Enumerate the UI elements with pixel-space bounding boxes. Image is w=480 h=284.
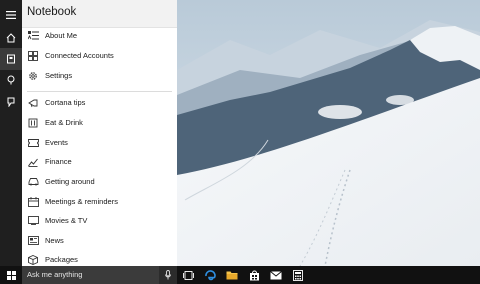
- package-icon: [26, 253, 40, 267]
- menu-item-label: Packages: [45, 255, 78, 264]
- menu-item-label: About Me: [45, 31, 78, 40]
- taskbar: Ask me anything: [0, 266, 480, 284]
- finance-chart-icon: [26, 155, 40, 169]
- file-explorer-icon[interactable]: [221, 266, 243, 284]
- menu-item-eat-drink[interactable]: Eat & Drink: [22, 113, 177, 132]
- notebook-header: Notebook: [22, 0, 177, 28]
- tips-icon: [26, 96, 40, 110]
- page-title: Notebook: [27, 6, 77, 18]
- menu-item-settings[interactable]: Settings: [22, 66, 177, 85]
- feedback-icon[interactable]: [0, 91, 22, 113]
- menu-item-cortana-tips[interactable]: Cortana tips: [22, 93, 177, 112]
- store-icon[interactable]: [243, 266, 265, 284]
- notebook-panel: Notebook About Me Connected Accounts Set…: [22, 0, 177, 266]
- menu-item-label: Eat & Drink: [45, 118, 83, 127]
- menu-item-events[interactable]: Events: [22, 133, 177, 152]
- home-icon[interactable]: [0, 27, 22, 49]
- menu-item-about-me[interactable]: About Me: [22, 26, 177, 45]
- menu-item-label: Finance: [45, 157, 72, 166]
- search-box[interactable]: Ask me anything: [22, 266, 177, 284]
- menu-item-label: Getting around: [45, 177, 95, 186]
- news-icon: [26, 234, 40, 248]
- car-icon: [26, 175, 40, 189]
- menu-item-meetings-reminders[interactable]: Meetings & reminders: [22, 192, 177, 211]
- menu-item-label: Connected Accounts: [45, 51, 114, 60]
- edge-icon[interactable]: [199, 266, 221, 284]
- menu-item-label: News: [45, 236, 64, 245]
- connected-accounts-icon: [26, 49, 40, 63]
- movies-tv-icon: [26, 214, 40, 228]
- meetings-icon: [26, 195, 40, 209]
- microphone-icon[interactable]: [159, 266, 177, 284]
- calculator-icon[interactable]: [287, 266, 309, 284]
- task-view-icon[interactable]: [177, 266, 199, 284]
- menu-item-label: Events: [45, 138, 68, 147]
- menu-item-packages[interactable]: Packages: [22, 250, 177, 266]
- menu-item-news[interactable]: News: [22, 231, 177, 250]
- events-ticket-icon: [26, 136, 40, 150]
- settings-gear-icon: [26, 69, 40, 83]
- hamburger-menu-icon[interactable]: [0, 4, 22, 26]
- menu-item-label: Meetings & reminders: [45, 197, 118, 206]
- menu-item-movies-tv[interactable]: Movies & TV: [22, 211, 177, 230]
- menu-item-label: Cortana tips: [45, 98, 86, 107]
- section-divider: [27, 91, 172, 92]
- lightbulb-icon[interactable]: [0, 69, 22, 91]
- notebook-icon[interactable]: [0, 48, 22, 70]
- about-me-icon: [26, 29, 40, 43]
- menu-item-connected-accounts[interactable]: Connected Accounts: [22, 46, 177, 65]
- menu-item-finance[interactable]: Finance: [22, 152, 177, 171]
- search-input[interactable]: Ask me anything: [27, 270, 82, 279]
- mail-icon[interactable]: [265, 266, 287, 284]
- windows-start-icon[interactable]: [0, 266, 22, 284]
- cortana-rail: [0, 0, 22, 266]
- menu-item-getting-around[interactable]: Getting around: [22, 172, 177, 191]
- eat-drink-icon: [26, 116, 40, 130]
- menu-item-label: Settings: [45, 71, 73, 80]
- menu-item-label: Movies & TV: [45, 216, 88, 225]
